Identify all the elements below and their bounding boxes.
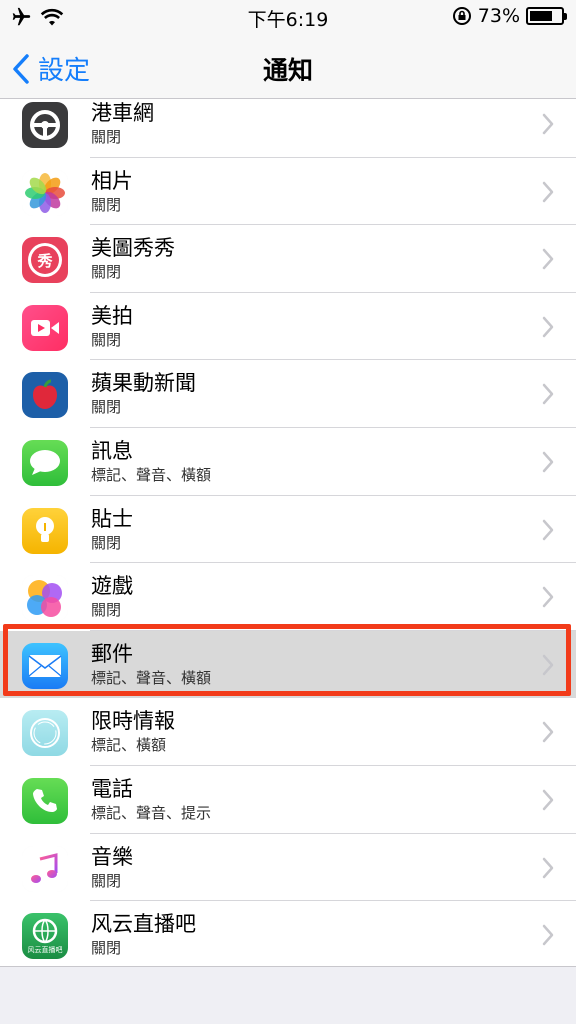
app-row[interactable]: 貼士 關閉 (0, 496, 576, 564)
meipai-icon (22, 304, 68, 351)
app-row[interactable]: 音樂 關閉 (0, 834, 576, 902)
app-notification-list: 港車網 關閉 相片 關閉 秀 美圖秀秀 關閉 美拍 關閉 蘋果動新聞 關閉 訊息… (0, 99, 576, 967)
app-notification-status: 標記、聲音、橫額 (91, 465, 212, 484)
phone-icon (22, 777, 68, 824)
app-row-text: 限時情報 標記、橫額 (91, 708, 175, 755)
app-row[interactable]: 郵件 標記、聲音、橫額 (0, 630, 576, 699)
app-name: 遊戲 (91, 574, 133, 599)
tips-icon (22, 507, 68, 554)
app-row[interactable]: 訊息 標記、聲音、橫額 (0, 428, 576, 496)
steering-wheel-icon (22, 102, 68, 148)
game-center-icon (22, 575, 68, 622)
app-name: 蘋果動新聞 (91, 371, 196, 396)
app-row-text: 貼士 關閉 (91, 506, 133, 553)
app-notification-status: 標記、橫額 (91, 736, 167, 755)
app-row-text: 遊戲 關閉 (91, 573, 133, 620)
app-name: 郵件 (91, 641, 133, 666)
chevron-right-icon (542, 519, 554, 540)
app-notification-status: 標記、聲音、提示 (91, 803, 212, 822)
app-row-text: 蘋果動新聞 關閉 (91, 370, 196, 417)
app-notification-status: 關閉 (91, 195, 122, 214)
fengyun-live-icon: 风云直播吧 (22, 913, 68, 960)
app-name: 貼士 (91, 506, 133, 531)
apple-news-icon (22, 372, 68, 419)
app-row[interactable]: 蘋果動新聞 關閉 (0, 360, 576, 428)
mail-icon (22, 642, 68, 689)
app-row-text: 相片 關閉 (91, 168, 133, 215)
chevron-right-icon (542, 248, 554, 270)
status-bar: 下午6:19 73% (0, 0, 576, 36)
chevron-right-icon (542, 384, 554, 405)
app-name: 相片 (91, 168, 133, 193)
chevron-right-icon (542, 789, 554, 811)
app-row-text: 郵件 標記、聲音、橫額 (91, 641, 211, 688)
battery-icon (526, 7, 567, 25)
chevron-right-icon (542, 857, 554, 878)
app-row[interactable]: 美拍 關閉 (0, 293, 576, 361)
app-list-inner: 港車網 關閉 相片 關閉 秀 美圖秀秀 關閉 美拍 關閉 蘋果動新聞 關閉 訊息… (0, 99, 576, 966)
app-name: 美拍 (91, 303, 133, 328)
meitu-icon: 秀 (22, 237, 68, 284)
chevron-right-icon (542, 451, 554, 473)
chevron-right-icon (542, 722, 554, 743)
messages-icon (22, 439, 68, 486)
app-row[interactable]: 相片 關閉 (0, 158, 576, 226)
app-name: 港車網 (91, 101, 154, 125)
chevron-right-icon (542, 654, 554, 675)
app-notification-status: 關閉 (91, 939, 122, 958)
app-row[interactable]: 遊戲 關閉 (0, 563, 576, 631)
rotation-lock-icon (452, 7, 471, 25)
chevron-right-icon (542, 113, 554, 135)
navigation-bar: 設定 通知 (0, 36, 576, 99)
app-row-text: 電話 標記、聲音、提示 (91, 776, 211, 823)
app-row[interactable]: 秀 美圖秀秀 關閉 (0, 225, 576, 293)
photos-icon (22, 169, 68, 216)
chevron-right-icon (542, 181, 554, 202)
chevron-right-icon (542, 316, 554, 338)
battery-percent: 73% (477, 5, 520, 27)
app-notification-status: 標記、聲音、橫額 (91, 668, 212, 687)
app-row-text: 风云直播吧 關閉 (91, 911, 196, 958)
ring-icon (22, 710, 68, 757)
app-row-text: 港車網 關閉 (91, 100, 154, 147)
chevron-right-icon (542, 586, 554, 608)
app-name: 音樂 (91, 844, 133, 869)
app-name: 電話 (91, 776, 133, 801)
app-name: 风云直播吧 (91, 912, 196, 937)
app-row[interactable]: 電話 標記、聲音、提示 (0, 766, 576, 834)
app-notification-status: 關閉 (91, 398, 122, 417)
page-title: 通知 (262, 56, 313, 85)
app-name: 限時情報 (91, 709, 175, 734)
app-row-text: 美拍 關閉 (91, 303, 133, 350)
app-row-text: 音樂 關閉 (91, 844, 133, 891)
app-notification-status: 關閉 (91, 871, 122, 890)
battery-fill (530, 11, 552, 21)
app-notification-status: 關閉 (91, 330, 122, 349)
app-row[interactable]: 限時情報 標記、橫額 (0, 698, 576, 766)
app-notification-status: 關閉 (91, 533, 122, 552)
chevron-right-icon (542, 924, 554, 946)
app-row[interactable]: 港車網 關閉 (0, 99, 576, 158)
app-notification-status: 關閉 (91, 601, 122, 620)
app-row-text: 訊息 標記、聲音、橫額 (91, 438, 211, 485)
status-right: 73% (452, 5, 567, 27)
app-name: 美圖秀秀 (91, 236, 175, 261)
app-row[interactable]: 风云直播吧 风云直播吧 關閉 (0, 901, 576, 966)
app-row-text: 美圖秀秀 關閉 (91, 235, 175, 282)
app-name: 訊息 (91, 438, 133, 463)
app-notification-status: 關閉 (91, 128, 122, 146)
app-notification-status: 關閉 (91, 263, 122, 282)
music-icon (22, 845, 68, 892)
